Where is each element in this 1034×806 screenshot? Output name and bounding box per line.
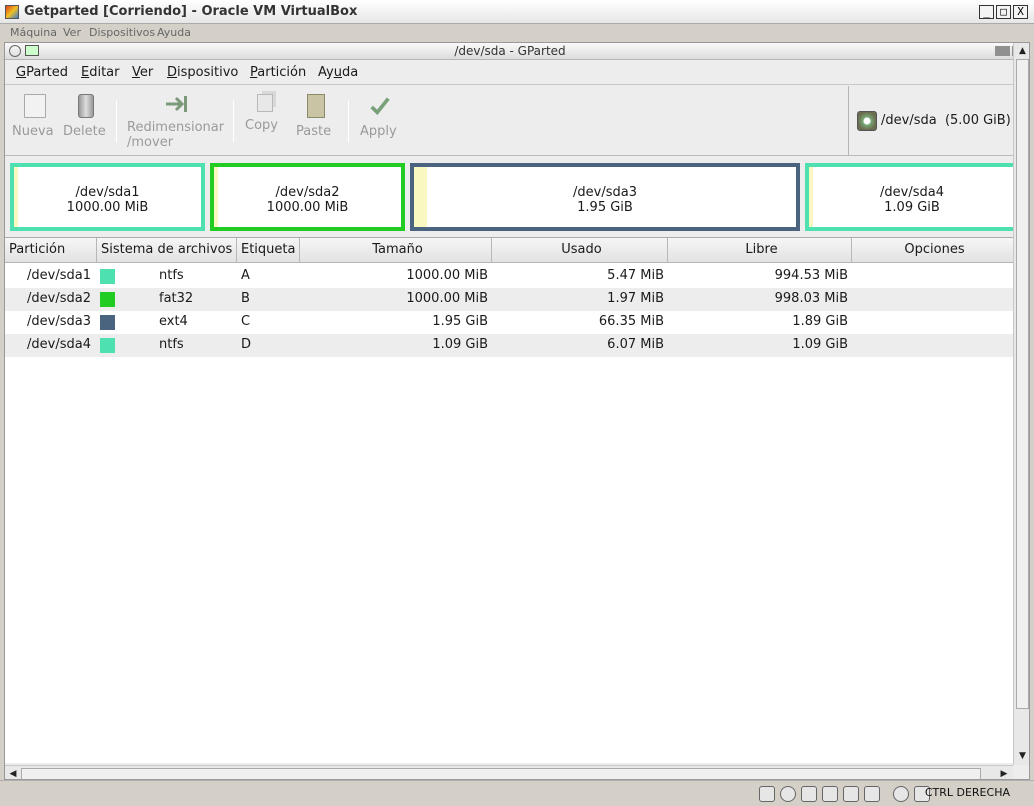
toolbar: Nueva Delete Redimensionar /mover Copy P… bbox=[5, 86, 1013, 156]
column-header-etiqueta[interactable]: Etiqueta bbox=[237, 238, 300, 263]
toolbar-separator bbox=[348, 100, 349, 142]
optical-disk-icon[interactable] bbox=[780, 786, 796, 802]
apply-button[interactable]: Apply bbox=[360, 90, 400, 139]
new-document-icon bbox=[24, 94, 46, 118]
toolbar-separator bbox=[116, 100, 117, 142]
minimize-button[interactable]: _ bbox=[979, 5, 994, 19]
scroll-up-arrow-icon[interactable]: ▲ bbox=[1015, 44, 1029, 58]
menu-editar[interactable]: Editar bbox=[81, 65, 120, 80]
device-selector-label: /dev/sda (5.00 GiB) bbox=[881, 113, 1011, 128]
host-window-title: Getparted [Corriendo] - Oracle VM Virtua… bbox=[24, 4, 358, 19]
fs-color-swatch bbox=[100, 292, 115, 307]
host-menu-ayuda[interactable]: Ayuda bbox=[157, 26, 191, 39]
resize-arrow-icon bbox=[166, 96, 187, 112]
table-row[interactable]: /dev/sda2 fat32 B 1000.00 MiB 1.97 MiB 9… bbox=[5, 288, 1013, 311]
globe-icon[interactable] bbox=[893, 786, 909, 802]
host-key-label: CTRL DERECHA bbox=[924, 786, 1010, 799]
display-icon[interactable] bbox=[864, 786, 880, 802]
table-row[interactable]: /dev/sda3 ext4 C 1.95 GiB 66.35 MiB 1.89… bbox=[5, 311, 1013, 334]
column-header-particion[interactable]: Partición bbox=[5, 238, 97, 263]
column-header-libre[interactable]: Libre bbox=[668, 238, 852, 263]
menu-particion[interactable]: Partición bbox=[250, 65, 306, 80]
host-status-bar: CTRL DERECHA bbox=[0, 780, 1034, 806]
table-row[interactable]: /dev/sda4 ntfs D 1.09 GiB 6.07 MiB 1.09 … bbox=[5, 334, 1013, 357]
partition-map: /dev/sda1 1000.00 MiB /dev/sda2 1000.00 … bbox=[8, 160, 1019, 234]
fs-color-swatch bbox=[100, 269, 115, 284]
scroll-right-arrow-icon[interactable]: ▶ bbox=[997, 767, 1011, 779]
usb-icon[interactable] bbox=[801, 786, 817, 802]
close-button[interactable]: X bbox=[1013, 5, 1028, 19]
host-menu-ver[interactable]: Ver bbox=[63, 26, 81, 39]
checkmark-icon bbox=[370, 97, 390, 116]
column-header-sistema-archivos[interactable]: Sistema de archivos bbox=[97, 238, 237, 263]
fs-color-swatch bbox=[100, 338, 115, 353]
gparted-menubar: GParted Editar Ver Dispositivo Partición… bbox=[5, 61, 1013, 85]
partition-block-sda1[interactable]: /dev/sda1 1000.00 MiB bbox=[10, 163, 205, 231]
host-menu-maquina[interactable]: Máquina bbox=[10, 26, 57, 39]
guest-minimize-button[interactable] bbox=[995, 46, 1010, 56]
virtualbox-icon bbox=[5, 5, 19, 19]
paste-icon bbox=[307, 94, 325, 118]
horizontal-scroll-thumb[interactable] bbox=[21, 768, 981, 779]
horizontal-scrollbar[interactable]: ◀ ▶ bbox=[5, 765, 1013, 779]
host-menu-dispositivos[interactable]: Dispositivos bbox=[89, 26, 155, 39]
gparted-window-title: /dev/sda - GParted bbox=[454, 44, 566, 58]
table-row[interactable]: /dev/sda1 ntfs A 1000.00 MiB 5.47 MiB 99… bbox=[5, 265, 1013, 288]
host-title-bar: Getparted [Corriendo] - Oracle VM Virtua… bbox=[0, 0, 1034, 24]
fs-color-swatch bbox=[100, 315, 115, 330]
resize-move-button[interactable]: Redimensionar /mover bbox=[127, 90, 227, 150]
toolbar-separator bbox=[233, 100, 234, 142]
partition-block-sda4[interactable]: /dev/sda4 1.09 GiB bbox=[805, 163, 1019, 231]
column-header-tamano[interactable]: Tamaño bbox=[300, 238, 492, 263]
partition-block-sda2[interactable]: /dev/sda2 1000.00 MiB bbox=[210, 163, 405, 231]
menu-ayuda[interactable]: Ayuda bbox=[318, 65, 358, 80]
shared-folder-icon[interactable] bbox=[843, 786, 859, 802]
copy-icon bbox=[257, 94, 273, 112]
new-button[interactable]: Nueva bbox=[12, 90, 58, 139]
column-header-usado[interactable]: Usado bbox=[492, 238, 668, 263]
network-icon[interactable] bbox=[822, 786, 838, 802]
table-header: Partición Sistema de archivos Etiqueta T… bbox=[5, 238, 1013, 263]
maximize-button[interactable]: □ bbox=[996, 5, 1011, 19]
paste-button[interactable]: Paste bbox=[296, 90, 336, 139]
menu-dispositivo[interactable]: Dispositivo bbox=[167, 65, 238, 80]
vertical-scroll-thumb[interactable] bbox=[1016, 59, 1029, 709]
guest-display: /dev/sda - GParted GParted Editar Ver Di… bbox=[4, 42, 1030, 780]
partition-block-sda3[interactable]: /dev/sda3 1.95 GiB bbox=[410, 163, 800, 231]
menu-ver[interactable]: Ver bbox=[132, 65, 153, 80]
hard-disk-icon[interactable] bbox=[759, 786, 775, 802]
vertical-scrollbar[interactable]: ▲ ▼ bbox=[1013, 43, 1029, 765]
copy-button[interactable]: Copy bbox=[245, 90, 285, 133]
host-menubar: Máquina Ver Dispositivos Ayuda bbox=[0, 24, 1034, 42]
hard-disk-icon bbox=[857, 111, 877, 131]
menu-gparted[interactable]: GParted bbox=[16, 65, 68, 80]
column-header-opciones[interactable]: Opciones bbox=[852, 238, 1013, 263]
device-selector[interactable]: /dev/sda (5.00 GiB) bbox=[848, 86, 1013, 156]
trash-icon bbox=[78, 94, 94, 118]
scroll-down-arrow-icon[interactable]: ▼ bbox=[1015, 749, 1029, 763]
delete-button[interactable]: Delete bbox=[63, 90, 109, 139]
gparted-title-bar: /dev/sda - GParted bbox=[5, 43, 1029, 60]
scroll-left-arrow-icon[interactable]: ◀ bbox=[6, 767, 20, 779]
partition-table: Partición Sistema de archivos Etiqueta T… bbox=[5, 237, 1013, 763]
